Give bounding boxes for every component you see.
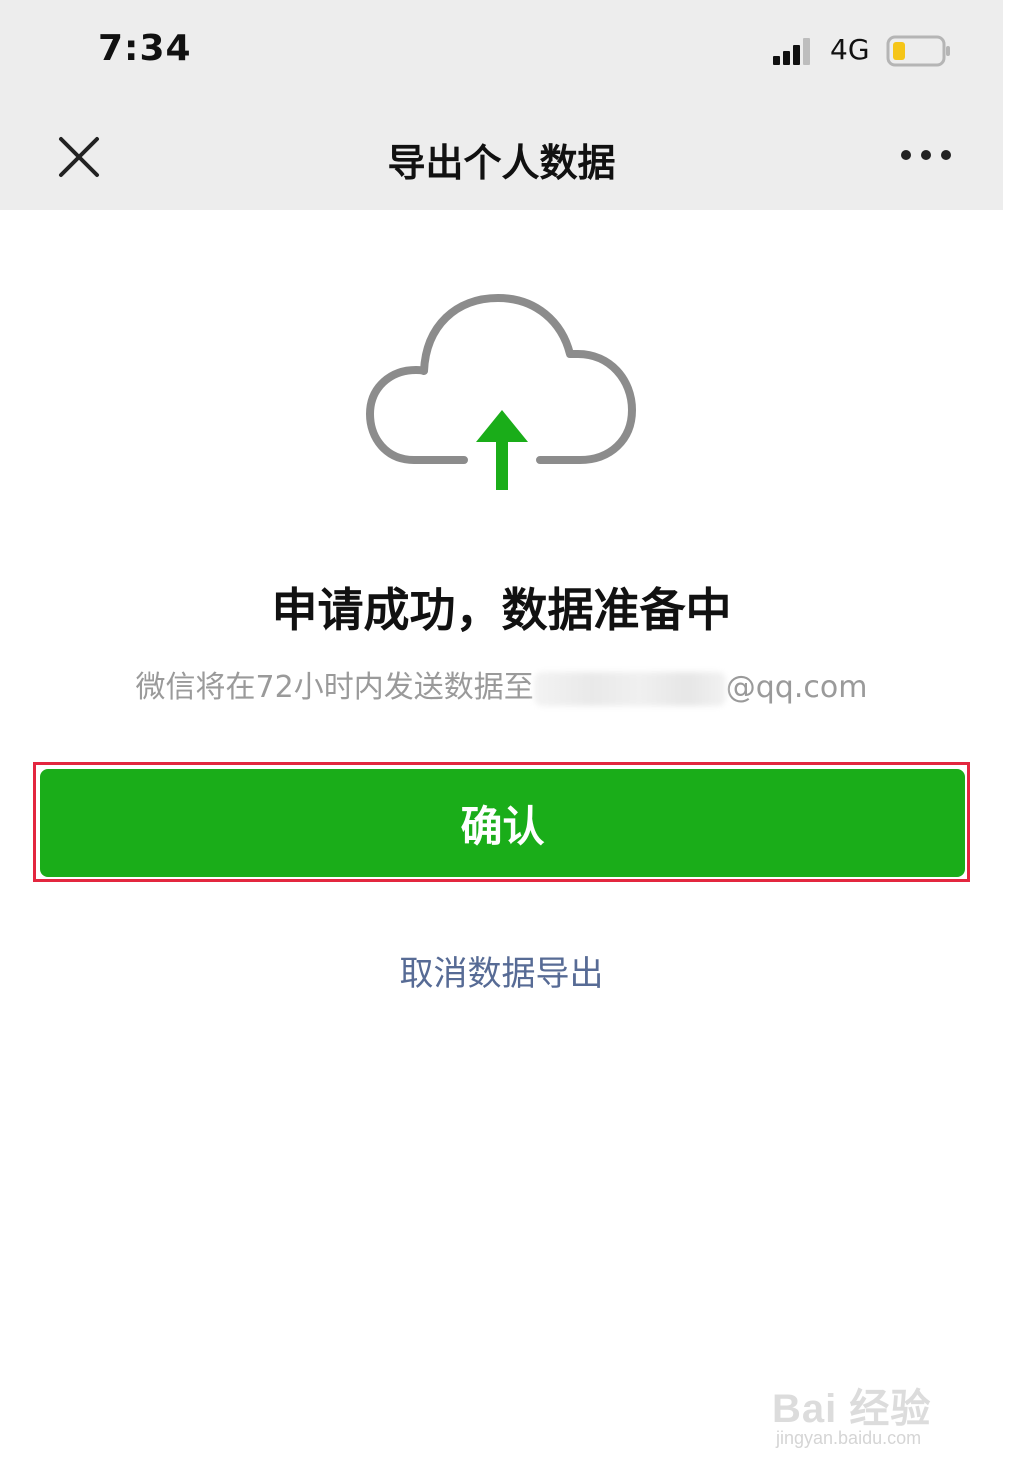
confirm-button[interactable]: 确认 xyxy=(40,769,965,877)
cloud-upload-icon xyxy=(366,294,636,490)
network-label: 4G xyxy=(830,33,870,66)
page-title: 导出个人数据 xyxy=(387,141,616,185)
more-icon[interactable] xyxy=(896,140,956,170)
signal-icon xyxy=(773,38,810,65)
watermark: Bai 经验 jingyan.baidu.com xyxy=(772,1366,972,1456)
email-domain: @qq.com xyxy=(725,670,868,705)
status-time: 7:34 xyxy=(98,28,192,69)
success-title: 申请成功，数据准备中 xyxy=(271,583,732,637)
cancel-export-link[interactable]: 取消数据导出 xyxy=(0,946,1003,995)
watermark-brand: Bai 经验 xyxy=(772,1387,932,1431)
watermark-url: jingyan.baidu.com xyxy=(776,1428,922,1448)
delivery-notice: 微信将在72小时内发送数据至 @qq.com xyxy=(0,662,1003,706)
nav-bar: 导出个人数据 xyxy=(0,104,1003,210)
delivery-notice-text: 微信将在72小时内发送数据至 xyxy=(135,670,534,705)
battery-icon xyxy=(886,35,950,67)
blurred-email xyxy=(533,671,726,706)
status-bar: 7:34 4G xyxy=(0,0,1003,104)
